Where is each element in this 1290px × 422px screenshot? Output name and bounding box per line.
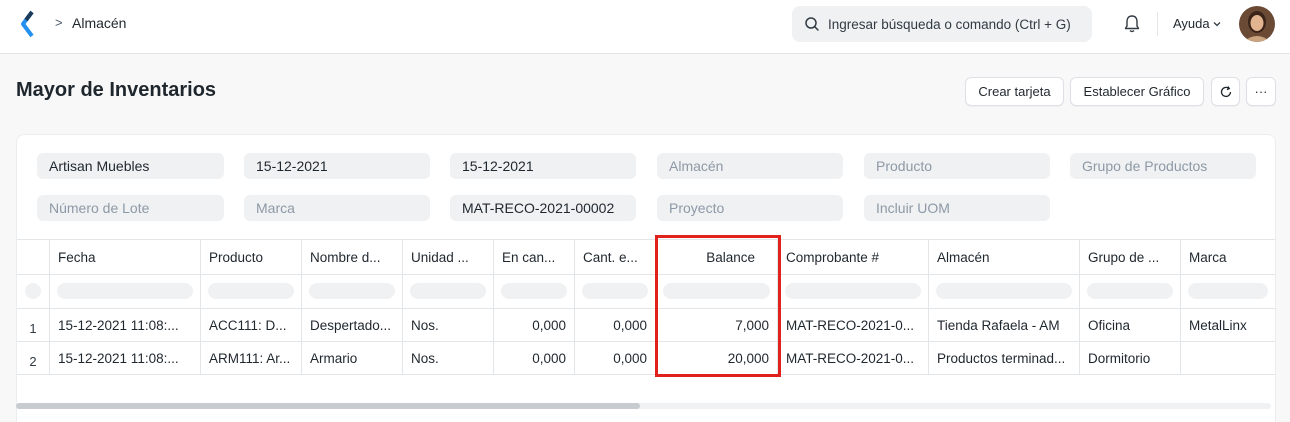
company-filter[interactable]: Artisan Muebles — [37, 153, 224, 179]
user-avatar[interactable] — [1239, 6, 1275, 42]
column-filter-input[interactable] — [208, 283, 294, 299]
cell-voucher[interactable]: MAT-RECO-2021-0... — [778, 342, 929, 374]
row-index: 1 — [17, 309, 50, 341]
filter-cell-balance — [656, 275, 778, 308]
create-card-button[interactable]: Crear tarjeta — [965, 77, 1064, 106]
horizontal-scrollbar-thumb[interactable] — [16, 403, 640, 409]
cell-out-qty[interactable]: 0,000 — [575, 342, 656, 374]
search-icon — [805, 17, 819, 31]
voucher-no-filter[interactable]: MAT-RECO-2021-00002 — [450, 195, 636, 221]
search-bar[interactable] — [792, 6, 1092, 42]
filter-cell-brand — [1181, 275, 1275, 308]
table-row[interactable]: 1 15-12-2021 11:08:... ACC111: D... Desp… — [17, 309, 1275, 342]
column-filter-row — [17, 275, 1275, 309]
filter-cell-out-qty — [575, 275, 656, 308]
app-logo-icon[interactable] — [18, 10, 40, 38]
navbar-divider — [1157, 12, 1158, 36]
cell-brand[interactable]: MetalLinx — [1181, 309, 1275, 341]
project-filter[interactable]: Proyecto — [657, 195, 843, 221]
cell-voucher[interactable]: MAT-RECO-2021-0... — [778, 309, 929, 341]
cell-out-qty[interactable]: 0,000 — [575, 309, 656, 341]
from-date-filter[interactable]: 15-12-2021 — [244, 153, 430, 179]
cell-item-name[interactable]: Despertado... — [302, 309, 403, 341]
page-title: Mayor de Inventarios — [16, 79, 217, 101]
column-filter-input[interactable] — [1087, 283, 1173, 299]
cell-warehouse[interactable]: Productos terminad... — [929, 342, 1080, 374]
row-index-header — [17, 240, 50, 275]
column-header-voucher[interactable]: Comprobante # — [778, 240, 929, 275]
filter-cell-voucher — [778, 275, 929, 308]
navbar: > Almacén Ayuda — [0, 0, 1290, 54]
cell-uom[interactable]: Nos. — [403, 342, 494, 374]
breadcrumb-warehouse[interactable]: Almacén — [72, 15, 126, 31]
filter-cell-warehouse — [929, 275, 1080, 308]
select-all-checkbox[interactable] — [25, 283, 41, 299]
filter-cell-item-name — [302, 275, 403, 308]
column-header-item-group[interactable]: Grupo de ... — [1080, 240, 1181, 275]
brand-filter[interactable]: Marca — [244, 195, 430, 221]
more-options-button[interactable]: ··· — [1246, 77, 1276, 106]
cell-brand[interactable] — [1181, 342, 1275, 374]
table-row[interactable]: 2 15-12-2021 11:08:... ARM111: Ar... Arm… — [17, 342, 1275, 375]
column-filter-input[interactable] — [1188, 283, 1268, 299]
column-filter-input[interactable] — [410, 283, 486, 299]
cell-item-name[interactable]: Armario — [302, 342, 403, 374]
cell-item[interactable]: ACC111: D... — [201, 309, 302, 341]
breadcrumb-separator-icon: > — [55, 15, 63, 30]
filter-cell-uom — [403, 275, 494, 308]
item-filter[interactable]: Producto — [864, 153, 1050, 179]
column-header-brand[interactable]: Marca — [1181, 240, 1275, 275]
column-header-warehouse[interactable]: Almacén — [929, 240, 1080, 275]
column-filter-input[interactable] — [309, 283, 395, 299]
column-header-out-qty[interactable]: Cant. e... — [575, 240, 656, 275]
chevron-down-icon[interactable] — [1212, 19, 1222, 29]
column-filter-input[interactable] — [936, 283, 1072, 299]
refresh-button[interactable] — [1211, 77, 1240, 106]
column-header-balance[interactable]: Balance — [656, 240, 778, 275]
report-card: Artisan Muebles 15-12-2021 15-12-2021 Al… — [16, 134, 1276, 422]
to-date-filter[interactable]: 15-12-2021 — [450, 153, 636, 179]
search-input[interactable] — [828, 6, 1086, 42]
cell-uom[interactable]: Nos. — [403, 309, 494, 341]
column-filter-input[interactable] — [582, 283, 648, 299]
column-header-in-qty[interactable]: En can... — [494, 240, 575, 275]
cell-balance[interactable]: 7,000 — [656, 309, 778, 341]
cell-item-group[interactable]: Oficina — [1080, 309, 1181, 341]
cell-warehouse[interactable]: Tienda Rafaela - AM — [929, 309, 1080, 341]
cell-balance[interactable]: 20,000 — [656, 342, 778, 374]
filter-cell-item-group — [1080, 275, 1181, 308]
refresh-icon — [1220, 85, 1231, 97]
cell-item[interactable]: ARM111: Ar... — [201, 342, 302, 374]
row-index: 2 — [17, 342, 50, 374]
include-uom-filter[interactable]: Incluir UOM — [864, 195, 1050, 221]
column-header-uom[interactable]: Unidad ... — [403, 240, 494, 275]
column-filter-input[interactable] — [785, 283, 921, 299]
column-header-item-name[interactable]: Nombre d... — [302, 240, 403, 275]
column-filter-input[interactable] — [501, 283, 567, 299]
warehouse-filter[interactable]: Almacén — [657, 153, 843, 179]
cell-date[interactable]: 15-12-2021 11:08:... — [50, 342, 201, 374]
filter-cell-item — [201, 275, 302, 308]
filter-cell-in-qty — [494, 275, 575, 308]
cell-item-group[interactable]: Dormitorio — [1080, 342, 1181, 374]
column-header-item[interactable]: Producto — [201, 240, 302, 275]
help-dropdown[interactable]: Ayuda — [1173, 16, 1210, 31]
item-group-filter[interactable]: Grupo de Productos — [1070, 153, 1256, 179]
filter-cell-date — [50, 275, 201, 308]
notification-bell-icon[interactable] — [1122, 13, 1142, 35]
table-header-row: Fecha Producto Nombre d... Unidad ... En… — [17, 239, 1275, 275]
cell-in-qty[interactable]: 0,000 — [494, 342, 575, 374]
cell-date[interactable]: 15-12-2021 11:08:... — [50, 309, 201, 341]
filter-cell-index — [17, 275, 50, 308]
cell-in-qty[interactable]: 0,000 — [494, 309, 575, 341]
column-filter-input[interactable] — [663, 283, 770, 299]
set-chart-button[interactable]: Establecer Gráfico — [1070, 77, 1204, 106]
column-filter-input[interactable] — [57, 283, 193, 299]
column-header-date[interactable]: Fecha — [50, 240, 201, 275]
batch-filter[interactable]: Número de Lote — [37, 195, 224, 221]
